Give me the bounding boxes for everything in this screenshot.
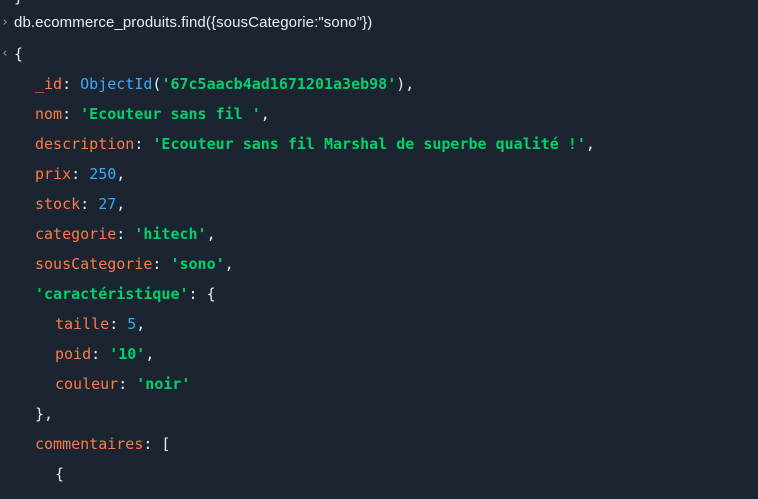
field-value: 250: [89, 165, 117, 183]
field-poid: poid: '10',: [55, 345, 155, 363]
field-souscategorie: sousCategorie: 'sono',: [35, 255, 234, 273]
field-key: couleur: [55, 375, 119, 393]
field-value: 'Ecouteur sans fil ': [80, 105, 261, 123]
field-description: description: 'Ecouteur sans fil Marshal …: [35, 135, 595, 153]
shell-command[interactable]: db.ecommerce_produits.find({sousCategori…: [14, 12, 372, 34]
objectid-function: ObjectId: [80, 75, 153, 93]
field-key: nom: [35, 105, 63, 123]
field-key: taille: [55, 315, 110, 333]
field-taille: taille: 5,: [55, 315, 146, 333]
field-key: _id: [35, 75, 63, 93]
field-prix: prix: 250,: [35, 165, 126, 183]
output-chevron-icon: ‹: [1, 46, 9, 61]
field-key: description: [35, 135, 135, 153]
field-categorie: categorie: 'hitech',: [35, 225, 216, 243]
field-value: 'noir': [136, 375, 191, 393]
input-chevron-icon: ›: [1, 15, 9, 30]
field-nom: nom: 'Ecouteur sans fil ',: [35, 105, 270, 123]
nested-close-brace: },: [35, 405, 54, 423]
field-value: '67c5aacb4ad1671201a3eb98': [161, 75, 397, 93]
field-couleur: couleur: 'noir': [55, 375, 191, 393]
field-caracteristique: 'caractéristique': {: [35, 285, 216, 303]
field-key: 'caractéristique': [35, 285, 189, 303]
field-value: 27: [98, 195, 117, 213]
result-open-brace: {: [14, 45, 24, 63]
field-value: '10': [109, 345, 146, 363]
mongo-shell-output: } › db.ecommerce_produits.find({sousCate…: [0, 0, 758, 499]
field-key: categorie: [35, 225, 117, 243]
field-value: 'hitech': [134, 225, 207, 243]
comment-item-open-brace: {: [55, 465, 65, 483]
field-key: sousCategorie: [35, 255, 153, 273]
field-value: 'sono': [170, 255, 225, 273]
field-value: 5: [127, 315, 137, 333]
field-commentaires: commentaires: [: [35, 435, 171, 453]
field-key: commentaires: [35, 435, 144, 453]
previous-output-fragment: }: [14, 0, 23, 8]
field-key: poid: [55, 345, 92, 363]
field-key: stock: [35, 195, 81, 213]
field-stock: stock: 27,: [35, 195, 126, 213]
field-value: 'Ecouteur sans fil Marshal de superbe qu…: [152, 135, 586, 153]
field-key: prix: [35, 165, 72, 183]
field-id: _id: ObjectId('67c5aacb4ad1671201a3eb98'…: [35, 75, 415, 93]
